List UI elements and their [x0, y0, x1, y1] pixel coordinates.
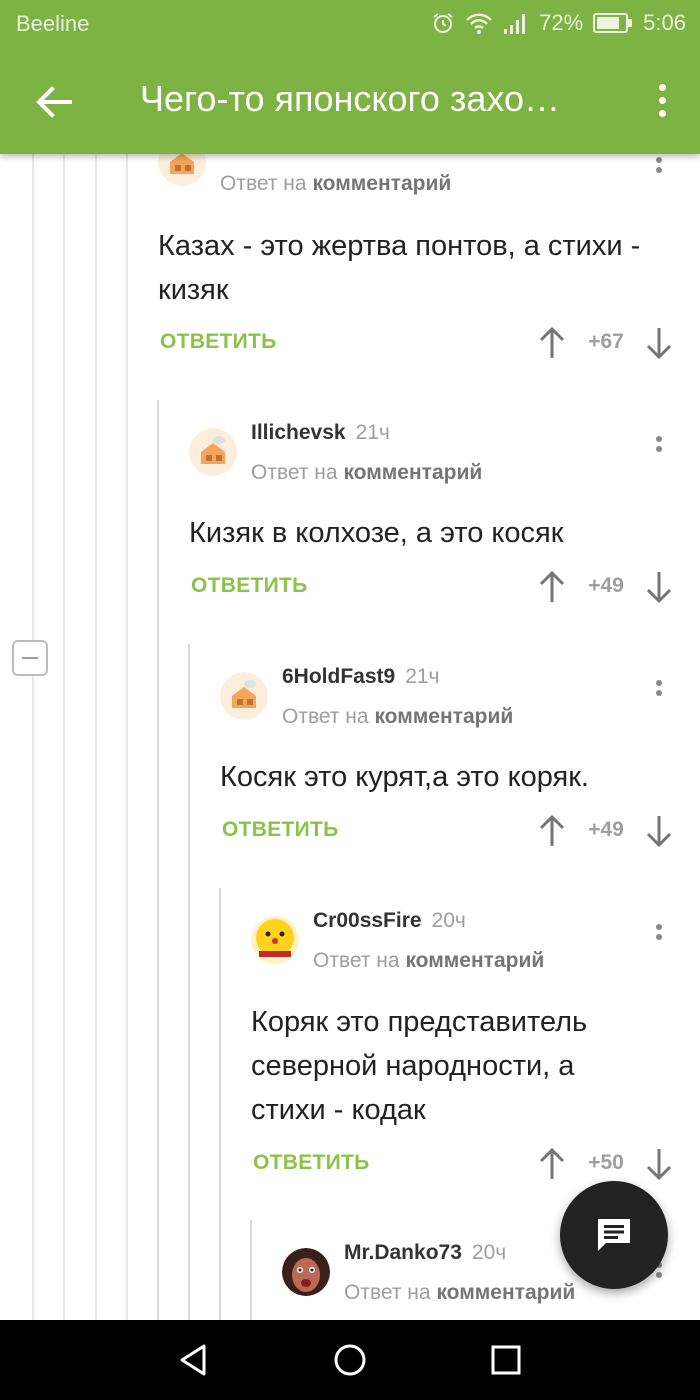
thread-line — [126, 154, 128, 1320]
nesting-bar — [157, 400, 159, 1320]
downvote-icon[interactable] — [645, 1147, 673, 1181]
username[interactable]: Mr.Danko73 20ч — [344, 1241, 506, 1265]
comment-menu-icon[interactable] — [649, 433, 669, 469]
house-avatar[interactable] — [189, 428, 237, 476]
reply-target-link[interactable]: комментарий — [312, 172, 451, 195]
downvote-icon[interactable] — [645, 814, 673, 848]
comment-text: Коряк это представитель северной народно… — [251, 1006, 588, 1126]
collapse-thread-button[interactable] — [12, 640, 48, 676]
nesting-bar — [250, 1220, 252, 1320]
reply-target-link[interactable]: комментарий — [405, 949, 544, 972]
battery-percent: 72% — [539, 10, 584, 35]
comment-rating: +67 — [588, 330, 624, 353]
nesting-bar — [188, 644, 190, 1320]
upvote-icon[interactable] — [538, 1147, 566, 1181]
reply-target-link[interactable]: комментарий — [374, 705, 513, 728]
nav-back-icon[interactable] — [176, 1342, 212, 1378]
comment-time: 21ч — [355, 421, 390, 444]
comment-time: 20ч — [471, 1241, 507, 1264]
battery-icon — [593, 13, 633, 33]
username[interactable]: Cr00ssFire 20ч — [313, 909, 466, 933]
downvote-icon[interactable] — [645, 326, 673, 360]
username[interactable]: 6HoldFast9 21ч — [282, 665, 440, 689]
face-photo-avatar[interactable] — [282, 1248, 330, 1296]
new-comment-button[interactable] — [560, 1181, 668, 1289]
alarm-icon — [433, 13, 453, 33]
signal-icon — [504, 14, 526, 34]
reply-to: Ответ на комментарий — [344, 1281, 576, 1304]
more-vert-icon[interactable] — [650, 80, 674, 124]
carrier-name: Beeline — [16, 11, 90, 36]
comment-icon — [598, 1219, 630, 1251]
upvote-icon[interactable] — [538, 326, 566, 360]
comment-time: 20ч — [431, 909, 466, 932]
comment-rating: +49 — [588, 574, 624, 597]
nav-home-icon[interactable] — [332, 1342, 368, 1378]
reply-button[interactable]: ОТВЕТИТЬ — [253, 1151, 370, 1175]
smiley-avatar[interactable] — [251, 916, 299, 964]
app-bar: Чего-то японского захо… — [0, 48, 700, 154]
upvote-icon[interactable] — [538, 570, 566, 604]
comment-menu-icon[interactable] — [649, 921, 669, 957]
thread-line — [32, 154, 34, 1320]
reply-to: Ответ на комментарий — [220, 172, 452, 195]
reply-button[interactable]: ОТВЕТИТЬ — [191, 574, 308, 598]
comment-menu-icon[interactable] — [649, 677, 669, 713]
reply-target-link[interactable]: комментарий — [343, 461, 482, 484]
thread-line — [95, 154, 97, 1320]
top-bar: Beeline 72% 5:06 Чего-то японского захо… — [0, 0, 700, 154]
downvote-icon[interactable] — [645, 570, 673, 604]
comment-text: Косяк это курят,а это коряк. — [220, 761, 589, 793]
house-avatar[interactable] — [220, 672, 268, 720]
reply-to: Ответ на комментарий — [251, 461, 483, 484]
comment-menu-icon[interactable] — [649, 154, 669, 190]
page-title: Чего-то японского захо… — [140, 78, 561, 119]
reply-to: Ответ на комментарий — [313, 949, 545, 972]
status-bar: Beeline 72% 5:06 — [0, 0, 700, 48]
comment-text: Кизяк в колхозе, а это косяк — [189, 517, 564, 549]
thread-line — [63, 154, 65, 1320]
reply-button[interactable]: ОТВЕТИТЬ — [222, 818, 339, 842]
comment-rating: +50 — [588, 1151, 624, 1174]
arrow-back-icon[interactable] — [28, 76, 80, 128]
comment-rating: +49 — [588, 818, 624, 841]
username[interactable]: Illichevsk 21ч — [251, 421, 390, 445]
nav-recents-icon[interactable] — [488, 1342, 524, 1378]
reply-to: Ответ на комментарий — [282, 705, 514, 728]
status-icons: 72% 5:06 — [431, 10, 686, 36]
wifi-icon — [466, 13, 492, 34]
reply-button[interactable]: ОТВЕТИТЬ — [160, 330, 277, 354]
comment-time: 21ч — [405, 665, 440, 688]
reply-target-link[interactable]: комментарий — [436, 1281, 575, 1304]
nesting-bar — [219, 888, 221, 1320]
clock: 5:06 — [643, 10, 686, 35]
system-nav-bar — [0, 1320, 700, 1400]
upvote-icon[interactable] — [538, 814, 566, 848]
comment-text: Казах - это жертва понтов, а стихи - киз… — [158, 230, 641, 306]
